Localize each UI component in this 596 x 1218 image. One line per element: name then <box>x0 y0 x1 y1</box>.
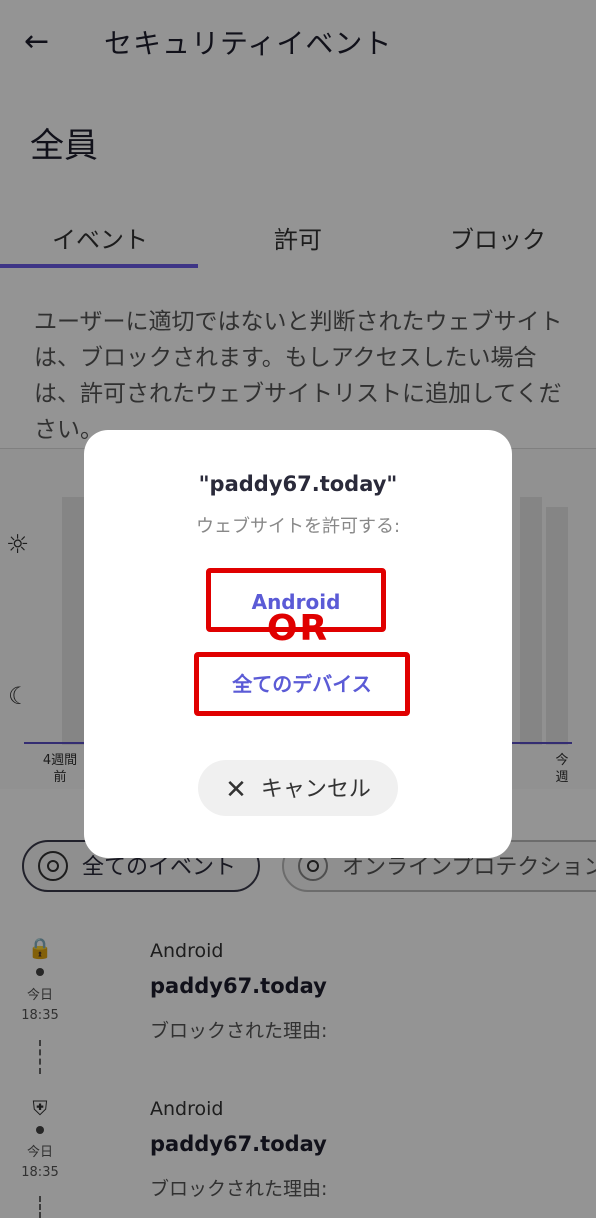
cancel-button[interactable]: ✕ キャンセル <box>198 760 398 816</box>
close-icon: ✕ <box>225 775 247 805</box>
dialog-subtitle: ウェブサイトを許可する: <box>195 516 401 537</box>
cancel-label: キャンセル <box>260 777 371 802</box>
annotation-or-label: OR <box>266 608 330 649</box>
allow-website-dialog: "paddy67.today" ウェブサイトを許可する: Android OR … <box>84 430 512 858</box>
option-all-devices[interactable]: 全てのデバイス <box>194 668 410 697</box>
dialog-title: "paddy67.today" <box>198 472 398 496</box>
